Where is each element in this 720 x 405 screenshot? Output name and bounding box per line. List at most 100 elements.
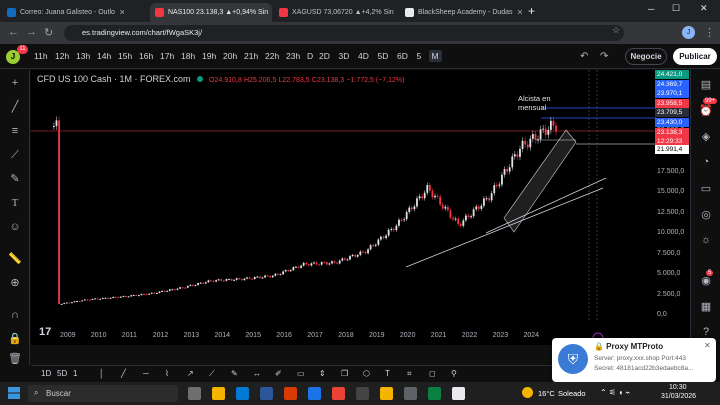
layers-icon[interactable]: ◈ (699, 130, 713, 144)
clone-tool-icon[interactable]: ❐ (341, 369, 348, 378)
taskbar-app-icon[interactable] (452, 387, 465, 400)
profile-avatar[interactable]: J (682, 26, 695, 39)
watchlist-icon[interactable]: ▤ (699, 78, 713, 92)
trendline-icon[interactable]: ╱ (8, 100, 22, 114)
pencil-tool-icon[interactable]: ✐ (275, 369, 282, 378)
pin-tool-icon[interactable]: ⚲ (451, 369, 457, 378)
browser-tab[interactable]: Correo: Juana Galisteo - Outlo ✕ (2, 3, 124, 22)
trash-icon[interactable]: 🗑 (8, 352, 22, 366)
text-tool-icon[interactable]: T (385, 369, 390, 378)
proxy-close-icon[interactable]: ✕ (704, 341, 711, 350)
taskbar-search[interactable]: ⌕ Buscar (28, 385, 178, 402)
tray-icons[interactable]: ⌃ ⚟ ◖ ⌁ (600, 388, 630, 397)
range-5d[interactable]: 5D (57, 369, 67, 378)
ray-tool-icon[interactable]: ⟋ (209, 369, 215, 379)
timeframe-19h[interactable]: 19h (202, 51, 216, 61)
redo-icon[interactable]: ↷ (600, 51, 608, 62)
timeframe-23h[interactable]: 23h (286, 51, 300, 61)
back-icon[interactable]: ← (8, 26, 19, 38)
target-icon[interactable]: ◎ (699, 208, 713, 222)
emoji-icon[interactable]: ☺ (8, 220, 22, 234)
magnet-icon[interactable]: ∩ (8, 308, 22, 322)
line-tool-icon[interactable]: ╱ (121, 369, 126, 378)
range-tool-icon[interactable]: ↔ (253, 369, 261, 378)
timeframe-14h[interactable]: 14h (97, 51, 111, 61)
chart-area[interactable]: CFD US 100 Cash · 1M · FOREX.com O24.910… (31, 70, 690, 345)
hline-tool-icon[interactable]: ─ (143, 369, 149, 378)
taskbar-app-icon[interactable] (356, 387, 369, 400)
trade-button[interactable]: Negocie (625, 48, 667, 65)
undo-icon[interactable]: ↶ (580, 51, 588, 62)
new-tab-button[interactable]: + (528, 4, 535, 18)
pattern-icon[interactable]: ⟋ (8, 148, 22, 162)
proxy-notification[interactable]: ⛨ 🔒 Proxy MTProto ✕ Server: proxy.xxx.sh… (552, 338, 716, 382)
brush-icon[interactable]: ✎ (8, 172, 22, 186)
taskbar-app-icon[interactable] (284, 387, 297, 400)
timeframe-11h[interactable]: 11h (34, 51, 48, 61)
forward-icon[interactable]: → (26, 26, 37, 38)
range-1[interactable]: 1 (73, 369, 77, 378)
taskbar-app-icon[interactable] (404, 387, 417, 400)
timeframe-d[interactable]: D (307, 51, 313, 61)
brush-tool-icon[interactable]: ✎ (231, 369, 238, 378)
chat-icon[interactable]: ▭ (699, 182, 713, 196)
reload-icon[interactable]: ↻ (44, 26, 53, 39)
tab-close-icon[interactable]: ✕ (517, 8, 522, 17)
taskbar-app-icon[interactable] (236, 387, 249, 400)
tab-close-icon[interactable]: ✕ (119, 8, 124, 17)
shape-tool-icon[interactable]: ⬡ (363, 369, 370, 378)
alerts-icon[interactable]: ⏰ (699, 104, 713, 118)
taskbar-app-icon[interactable] (428, 387, 441, 400)
timeframe-5[interactable]: 5 (417, 51, 422, 61)
taskbar-app-icon[interactable] (380, 387, 393, 400)
cursor-tool-icon[interactable]: │ (99, 369, 104, 378)
taskbar-app-icon[interactable] (308, 387, 321, 400)
notification-icon[interactable]: ◉ (699, 274, 713, 288)
publish-button[interactable]: Publicar (673, 48, 717, 65)
ruler-icon[interactable]: 📏 (8, 252, 22, 266)
ruler-tool-icon[interactable]: ⌗ (407, 369, 412, 379)
browser-tab[interactable]: XAGUSD 73,06720 ▲+4,2% Sin✕ (274, 3, 396, 22)
text-icon[interactable]: T (8, 196, 22, 210)
chart-annotation[interactable]: Alcista en mensual (518, 94, 573, 112)
range-1d[interactable]: 1D (41, 369, 51, 378)
taskbar-app-icon[interactable] (188, 387, 201, 400)
timeframe-3d[interactable]: 3D (339, 51, 350, 61)
browser-tab[interactable]: NAS100 23.138,3 ▲+0,94% Sin✕ (150, 3, 272, 22)
rect-tool-icon[interactable]: ▭ (297, 369, 305, 378)
url-input[interactable]: es.tradingview.com/chart/fWgaSK3j/ (64, 25, 624, 41)
timeframe-20h[interactable]: 20h (223, 51, 237, 61)
path-tool-icon[interactable]: ⌇ (165, 369, 169, 378)
browser-menu-icon[interactable]: ⋮ (704, 26, 715, 39)
clock-time[interactable]: 10:30 (669, 384, 687, 391)
clock-date[interactable]: 31/03/2026 (661, 393, 696, 400)
timeframe-18h[interactable]: 18h (181, 51, 195, 61)
star-icon[interactable]: ☆ (612, 25, 620, 36)
start-icon[interactable] (8, 387, 20, 399)
timeframe-17h[interactable]: 17h (160, 51, 174, 61)
weather-icon[interactable] (522, 387, 533, 398)
taskbar-app-icon[interactable] (332, 387, 345, 400)
arrow-tool-icon[interactable]: ↗ (187, 369, 194, 378)
timeframe-12h[interactable]: 12h (55, 51, 69, 61)
eraser-tool-icon[interactable]: ◻ (429, 369, 436, 378)
close-window-button[interactable]: ✕ (700, 3, 708, 14)
calendar-icon[interactable]: ▦ (699, 300, 713, 314)
taskbar-app-icon[interactable] (260, 387, 273, 400)
lock-icon[interactable]: 🔒 (8, 332, 22, 346)
timeframe-21h[interactable]: 21h (244, 51, 258, 61)
timeframe-15h[interactable]: 15h (118, 51, 132, 61)
timeframe-13h[interactable]: 13h (76, 51, 90, 61)
clock-icon[interactable]: ◔ (699, 156, 713, 170)
browser-tab[interactable]: BlackSheep Academy - Dudas ✕ (400, 3, 522, 22)
measure-tool-icon[interactable]: ⇕ (319, 369, 326, 378)
fib-icon[interactable]: ≡ (8, 124, 22, 138)
zoom-icon[interactable]: ⊕ (8, 276, 22, 290)
timeframe-4d[interactable]: 4D (358, 51, 369, 61)
taskbar-app-icon[interactable] (212, 387, 225, 400)
timeframe-16h[interactable]: 16h (139, 51, 153, 61)
timeframe-22h[interactable]: 22h (265, 51, 279, 61)
minimize-button[interactable]: ─ (648, 4, 654, 14)
timeframe-6d[interactable]: 6D (397, 51, 408, 61)
maximize-button[interactable]: ☐ (672, 3, 680, 14)
